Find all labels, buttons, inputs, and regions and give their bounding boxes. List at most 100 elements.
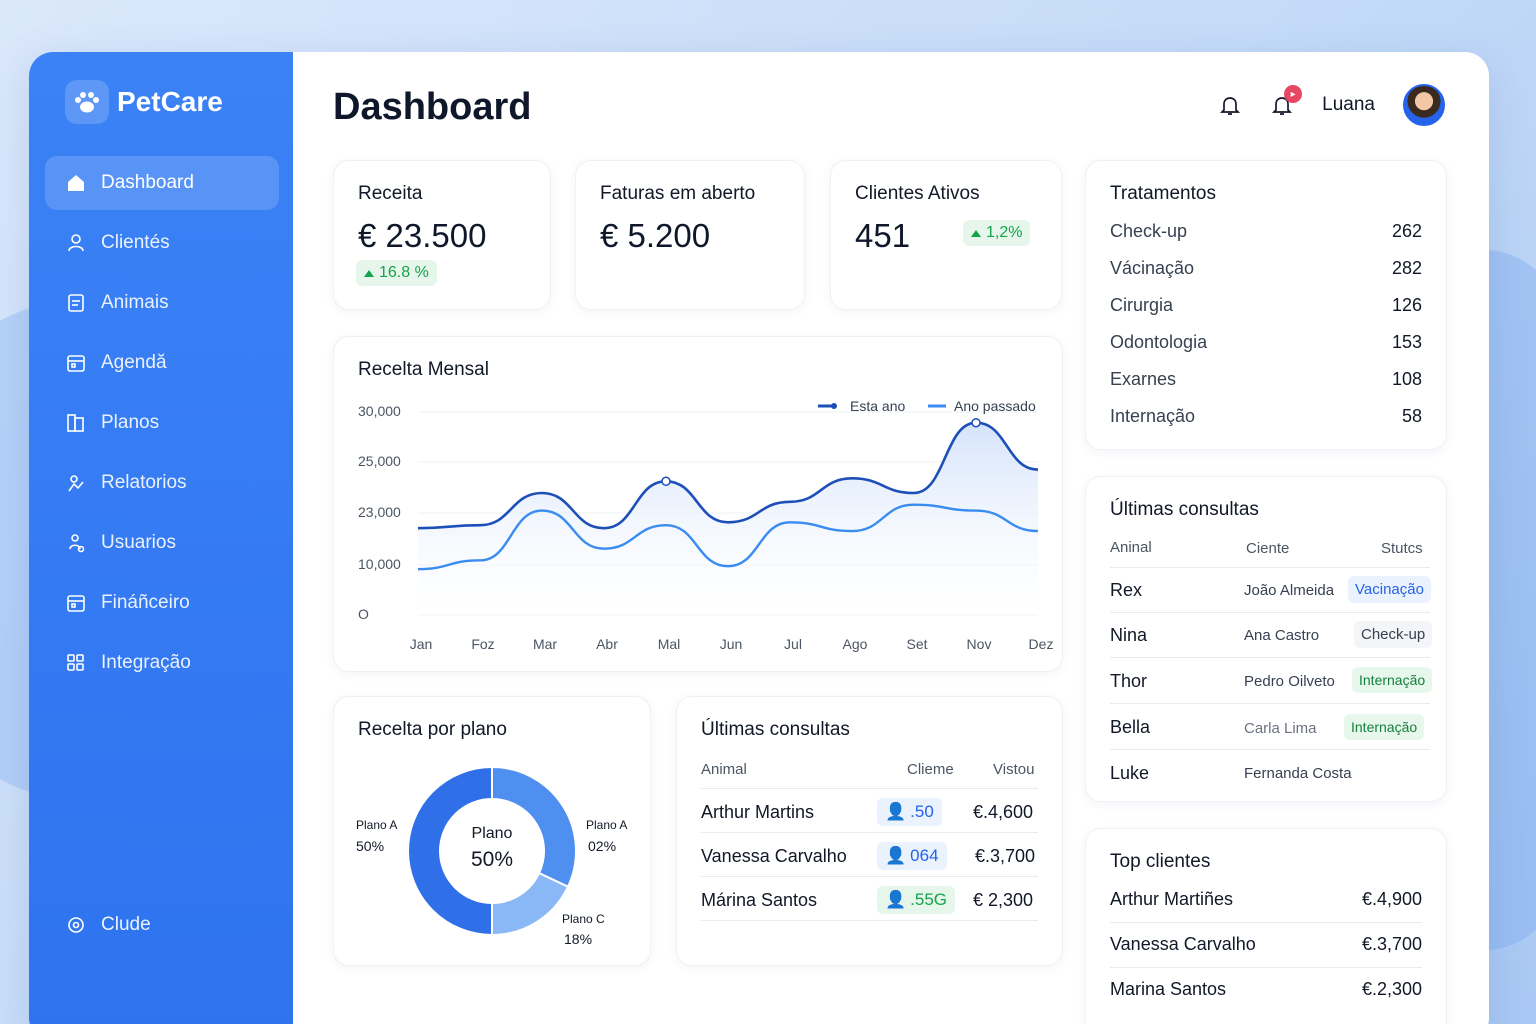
delta-value: 1,2% [986, 224, 1023, 241]
column-header: Ciente [1246, 540, 1290, 557]
column-header: Animal [701, 761, 747, 778]
list-item: Cirurgia 126 [1110, 295, 1422, 316]
legend-label-this-year: Esta ano [850, 398, 905, 414]
client-name: Pedro Oilveto [1244, 673, 1335, 690]
series-group [417, 417, 1039, 616]
plan-chart-card: Recelta por plano Plano 50% Plano A 50% … [333, 696, 651, 966]
column-header: Aninal [1110, 539, 1152, 556]
revenue-chart-card: Recelta Mensal 30,000 25,000 23,000 10,000 O… [333, 336, 1063, 672]
list-item: Vácinação 282 [1110, 258, 1422, 279]
client-chip: 👤 064 [877, 842, 947, 870]
card-title: Tratamentos [1110, 183, 1216, 204]
kpi-label: Faturas em aberto [600, 183, 756, 204]
user-icon: 👤 [885, 802, 907, 821]
kpi-value: € 5.200 [600, 217, 711, 254]
divider [1110, 703, 1430, 704]
x-tick-label: Dez [1029, 636, 1054, 652]
sidebar-item-label: Integração [101, 652, 191, 673]
slice-label-name: Plano C [562, 912, 605, 926]
notifications-icon[interactable]: ▸ [1270, 85, 1303, 117]
settings-icon [65, 914, 87, 936]
y-tick-label: 23,000 [358, 504, 401, 520]
client-name: Vanessa Carvalho [1110, 934, 1256, 954]
sidebar-item-usuarios[interactable]: Usuarios [45, 516, 279, 570]
highlight-point[interactable] [971, 417, 981, 428]
x-tick-label: Set [906, 636, 927, 652]
client-name: Ana Castro [1244, 627, 1320, 644]
divider [1110, 567, 1430, 568]
avatar[interactable] [1403, 84, 1445, 126]
sidebar-item-label: Dashboard [101, 172, 194, 193]
sidebar-item-label: Clientés [101, 232, 170, 253]
bell-icon[interactable] [1218, 93, 1242, 117]
visit-value: € 2,300 [973, 890, 1034, 910]
donut-center-label: Plano [472, 825, 513, 842]
list-item: Exarnes 108 [1110, 369, 1422, 390]
animal-name: Vanessa Carvalho [701, 846, 847, 866]
treatment-name: Vácinação [1110, 258, 1195, 278]
sidebar-item-planos[interactable]: Planos [45, 396, 279, 450]
treatment-count: 282 [1391, 258, 1422, 278]
book-icon [65, 412, 87, 434]
visit-value: €.3,700 [975, 846, 1036, 866]
page-title: Dashboard [333, 86, 532, 128]
client-name: Marina Santos [1110, 979, 1227, 999]
highlight-point[interactable] [661, 476, 671, 487]
status-badge: Internação [1344, 714, 1425, 740]
card-title: Últimas consultas [1110, 499, 1259, 520]
logo[interactable]: PetCare [65, 80, 223, 124]
client-name: Arthur Martiñes [1110, 889, 1234, 909]
treatment-count: 153 [1391, 332, 1422, 352]
animal-name: Rex [1110, 580, 1143, 600]
sidebar-item-animais[interactable]: Animais [45, 276, 279, 330]
client-name: João Almeida [1244, 582, 1335, 599]
column-header: Clieme [907, 761, 954, 778]
delta-badge: 1,2% [963, 220, 1031, 246]
y-tick-label: 30,000 [358, 403, 401, 419]
treatment-name: Exarnes [1110, 369, 1177, 389]
series-area-this-year [418, 422, 1038, 616]
x-tick-label: Mal [658, 636, 681, 652]
list-item: Vanessa Carvalho €.3,700 [1110, 934, 1422, 955]
x-tick-label: Jan [410, 636, 433, 652]
sidebar-item-integracao[interactable]: Integração [45, 636, 279, 690]
client-name: Fernanda Costa [1244, 765, 1352, 782]
sidebar-item-dashboard[interactable]: Dashboard [45, 156, 279, 210]
client-code: 064 [910, 846, 939, 865]
sidebar-item-relatorios[interactable]: Relatorios [45, 456, 279, 510]
divider [1110, 612, 1430, 613]
home-icon [65, 172, 87, 194]
delta-badge: 16.8 % [356, 260, 437, 286]
x-tick-label: Abr [596, 636, 618, 652]
sidebar-item-agenda[interactable]: Agendă [45, 336, 279, 390]
status-badge: Check-up [1354, 621, 1433, 648]
sidebar-item-clude[interactable]: Clude [45, 898, 279, 952]
clipboard-icon [65, 292, 87, 314]
animal-name: Thor [1110, 671, 1148, 691]
donut-chart: Plano 50% Plano A 50% Plano A 02% Plano … [356, 765, 627, 947]
user-icon: 👤 [885, 890, 907, 909]
treatment-name: Internação [1110, 406, 1196, 426]
sidebar-item-financeiro[interactable]: Fináñceiro [45, 576, 279, 630]
x-tick-label: Nov [967, 636, 992, 652]
client-value: €.3,700 [1361, 934, 1422, 954]
donut-slice[interactable] [491, 871, 570, 937]
x-tick-label: Jun [720, 636, 743, 652]
sidebar-item-clientes[interactable]: Clientés [45, 216, 279, 270]
divider [1110, 922, 1422, 923]
top-clients-card: Top clientes Arthur Martiñes €.4,900 Vane… [1085, 828, 1447, 1024]
treatment-count: 108 [1391, 369, 1422, 389]
client-name: Carla Lima [1244, 720, 1317, 737]
donut-center-value: 50% [471, 848, 513, 871]
consults-mid-card: Últimas consultas Animal Clieme Vistou A… [676, 696, 1063, 966]
animal-name: Bella [1110, 717, 1151, 737]
animal-name: Arthur Martins [701, 802, 815, 822]
treatment-count: 58 [1401, 406, 1422, 426]
kpi-value: € 23.500 [358, 217, 487, 254]
animal-name: Luke [1110, 763, 1150, 783]
user-name[interactable]: Luana [1322, 94, 1375, 116]
card-title: Últimas consultas [701, 719, 850, 740]
slice-label-pct: 02% [588, 838, 616, 854]
trend-up-icon [364, 269, 374, 277]
legend-label-last-year: Ano passado [954, 398, 1036, 414]
